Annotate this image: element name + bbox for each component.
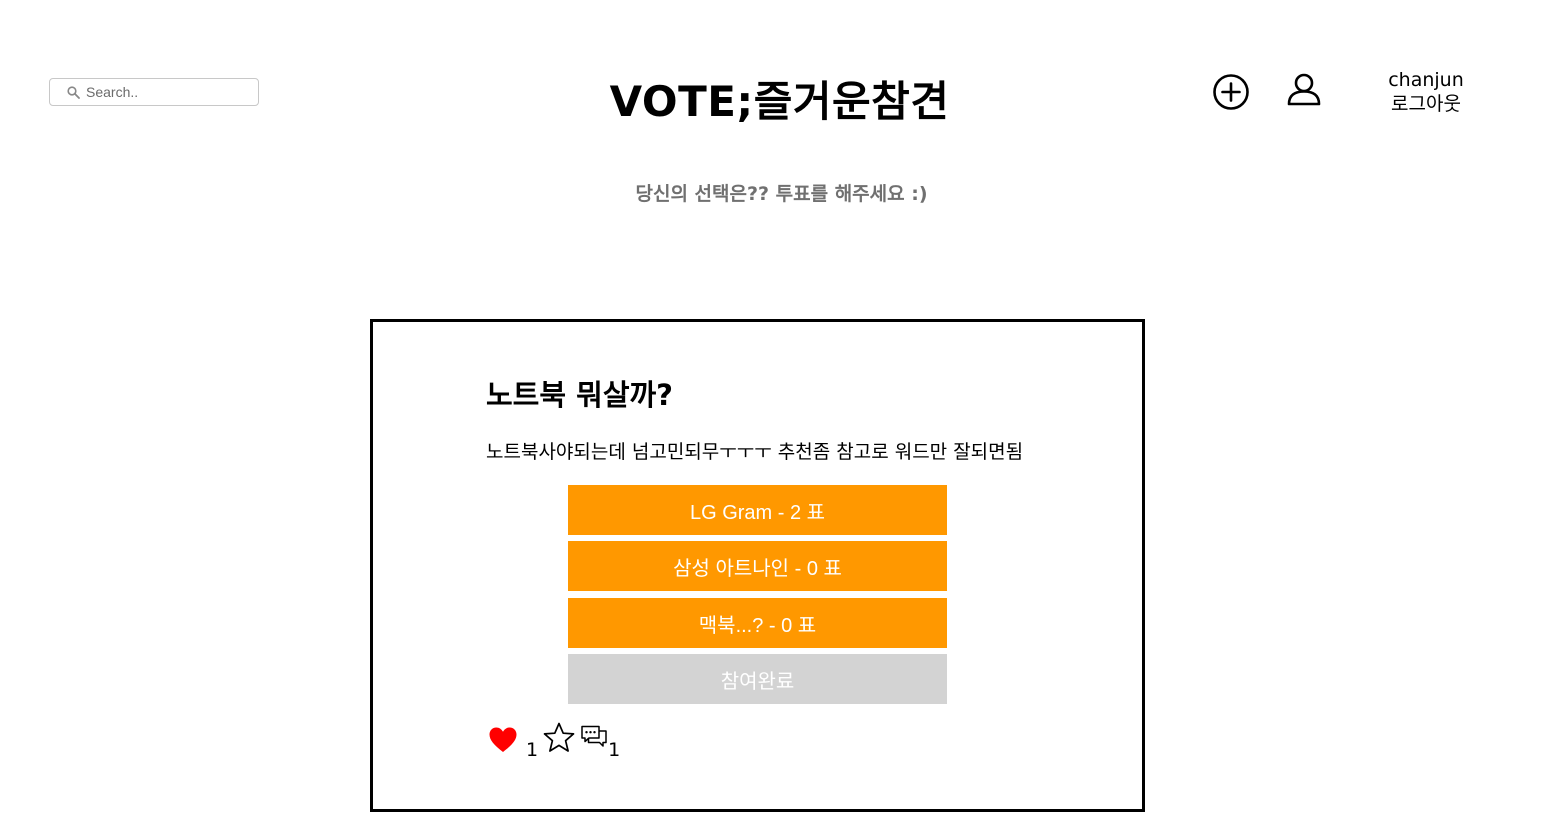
poll-option-button[interactable]: LG Gram - 2 표 — [568, 485, 947, 535]
username: chanjun — [1388, 69, 1464, 91]
add-circle-icon — [1213, 74, 1249, 110]
comment-icon[interactable] — [580, 724, 608, 757]
poll-description: 노트북사야되는데 넘고민되무ㅜㅜㅜ 추천좀 참고로 워드만 잘되면됨 — [486, 441, 1024, 463]
poll-title: 노트북 뭐살까? — [486, 378, 673, 412]
page: VOTE;즐거운참견 chanjun 로그아웃 당신의 선택은?? 투표를 해주… — [0, 0, 1559, 833]
participation-complete-button: 참여완료 — [568, 654, 947, 704]
star-icon[interactable] — [542, 721, 576, 760]
user-menu: chanjun 로그아웃 — [1376, 68, 1476, 116]
poll-card: 노트북 뭐살까? 노트북사야되는데 넘고민되무ㅜㅜㅜ 추천좀 참고로 워드만 잘… — [370, 319, 1145, 812]
page-subtitle: 당신의 선택은?? 투표를 해주세요 :) — [635, 183, 928, 205]
user-icon — [1287, 73, 1321, 106]
site-title[interactable]: VOTE;즐거운참견 — [0, 68, 1559, 129]
profile-button[interactable] — [1285, 71, 1323, 109]
add-poll-button[interactable] — [1211, 72, 1251, 112]
poll-option-button[interactable]: 삼성 아트나인 - 0 표 — [568, 541, 947, 591]
comment-count: 1 — [608, 739, 621, 761]
poll-option-button[interactable]: 맥북...? - 0 표 — [568, 598, 947, 648]
heart-icon[interactable] — [488, 726, 518, 759]
logout-link[interactable]: 로그아웃 — [1376, 92, 1476, 116]
like-count: 1 — [526, 739, 539, 761]
poll-stats: 1 1 — [488, 722, 621, 761]
